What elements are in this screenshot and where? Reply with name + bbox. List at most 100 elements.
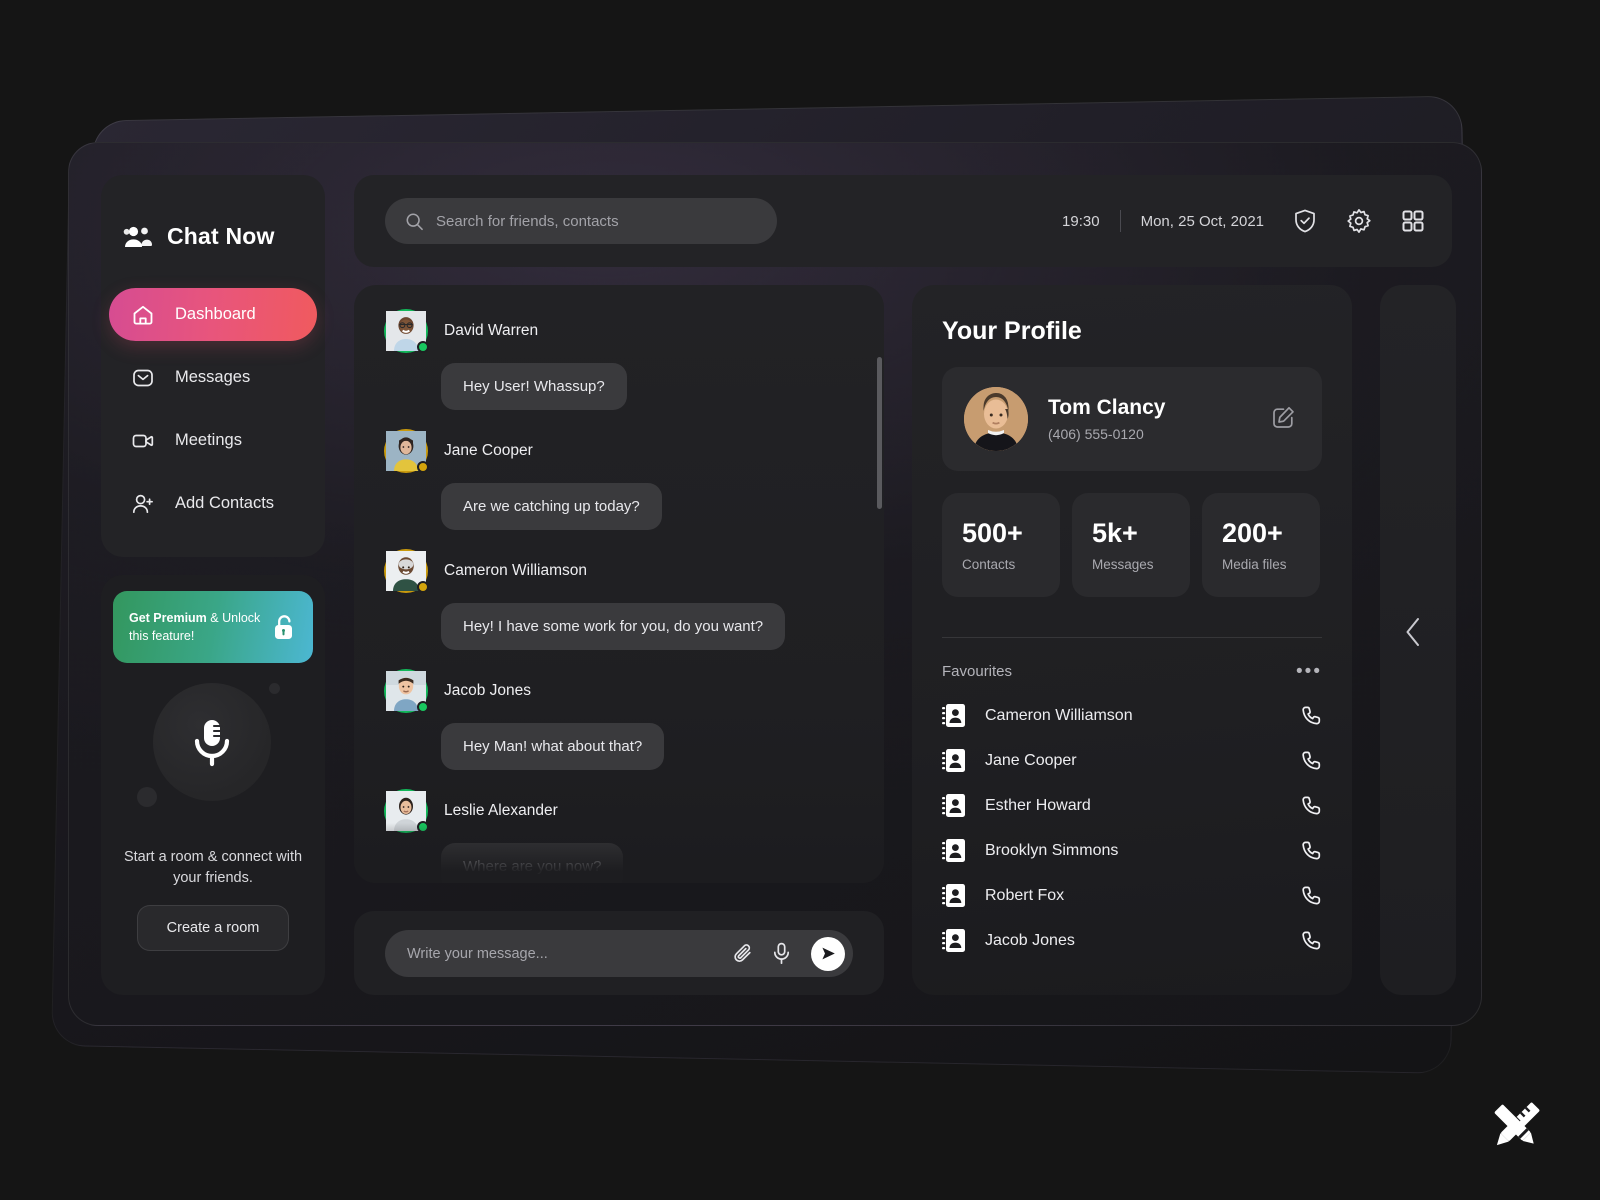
profile-name: Tom Clancy — [1048, 396, 1166, 419]
stat-label: Messages — [1092, 557, 1154, 572]
profile-identity: Tom Clancy (406) 555-0120 — [1048, 396, 1165, 442]
sidebar-nav: Dashboard Messages Meetings Add Contacts — [109, 288, 317, 540]
current-date: Mon, 25 Oct, 2021 — [1140, 212, 1264, 230]
sidebar-item-meetings[interactable]: Meetings — [109, 414, 317, 467]
stat-value: 200+ — [1222, 518, 1283, 548]
contact-name: Brooklyn Simmons — [985, 841, 1119, 859]
envelope-icon — [131, 366, 155, 390]
create-room-button[interactable]: Create a room — [137, 905, 289, 951]
grid-apps-icon[interactable] — [1400, 208, 1426, 234]
home-icon — [131, 303, 155, 327]
get-premium-banner[interactable]: Get Premium & Unlock this feature! — [113, 591, 313, 663]
phone-icon[interactable] — [1300, 885, 1322, 907]
phone-icon[interactable] — [1300, 705, 1322, 727]
stat-label: Contacts — [962, 557, 1016, 572]
sidebar-label-meetings: Meetings — [175, 431, 242, 449]
screen-root: Chat Now Dashboard Messages Meetings Add… — [0, 0, 1600, 1200]
chat-bubble: Are we catching up today? — [441, 483, 662, 530]
search-input[interactable]: Search for friends, contacts — [385, 198, 777, 244]
sidebar-top-card: Chat Now Dashboard Messages Meetings Add… — [101, 175, 325, 557]
chat-message-2: Cameron Williamson Hey! I have some work… — [384, 549, 786, 650]
chat-message-list[interactable]: David Warren Hey User! Whassup? Jane Coo… — [354, 285, 884, 883]
chat-message-1: Jane Cooper Are we catching up today? — [384, 429, 662, 530]
topbar-divider — [1119, 210, 1121, 232]
sidebar-item-dashboard[interactable]: Dashboard — [109, 288, 317, 341]
chat-bubble: Hey Man! what about that? — [441, 723, 665, 770]
edit-pencil-icon[interactable] — [1270, 405, 1296, 431]
search-placeholder: Search for friends, contacts — [436, 212, 619, 230]
users-group-icon — [123, 225, 153, 249]
premium-bold-text: Get Premium — [129, 610, 207, 625]
pencil-ruler-cross-icon — [1485, 1095, 1547, 1157]
contact-name: Robert Fox — [985, 886, 1065, 904]
video-camera-icon — [131, 429, 155, 453]
contact-card-icon — [942, 838, 965, 863]
contact-card-icon — [942, 703, 965, 728]
chat-scrollbar-thumb[interactable] — [877, 357, 882, 509]
status-badge-online — [417, 821, 429, 833]
send-button[interactable] — [811, 936, 845, 971]
favourites-more-button[interactable]: ••• — [1296, 662, 1322, 681]
decorative-bubble-small — [269, 683, 280, 694]
app-window: Chat Now Dashboard Messages Meetings Add… — [68, 142, 1482, 1026]
stat-media-files: 200+ Media files — [1202, 493, 1320, 597]
phone-icon[interactable] — [1300, 795, 1322, 817]
sidebar: Chat Now Dashboard Messages Meetings Add… — [101, 175, 325, 995]
chevron-left-icon[interactable] — [1402, 615, 1424, 649]
stat-value: 5k+ — [1092, 518, 1138, 548]
side-peek-panel[interactable] — [1380, 285, 1456, 995]
profile-card: Tom Clancy (406) 555-0120 — [942, 367, 1322, 471]
sidebar-label-messages: Messages — [175, 368, 251, 386]
stat-contacts: 500+ Contacts — [942, 493, 1060, 597]
phone-icon[interactable] — [1300, 750, 1322, 772]
avatar — [384, 309, 429, 353]
profile-phone: (406) 555-0120 — [1048, 426, 1144, 442]
chat-message-header: Cameron Williamson — [384, 549, 785, 593]
decorative-bubble-large — [137, 787, 157, 807]
chat-message-4: Leslie Alexander Where are you now? — [384, 789, 624, 883]
shield-check-icon[interactable] — [1292, 208, 1318, 234]
message-input[interactable]: Write your message... — [385, 930, 853, 977]
avatar — [384, 549, 429, 593]
phone-icon[interactable] — [1300, 930, 1322, 952]
chat-sender-name: Jane Cooper — [444, 442, 533, 459]
phone-icon[interactable] — [1300, 840, 1322, 862]
contact-card-icon — [942, 793, 965, 818]
favourites-title: Favourites — [942, 663, 1013, 680]
chat-bubble: Hey User! Whassup? — [441, 363, 627, 410]
avatar — [964, 387, 1028, 451]
status-badge-away — [417, 581, 429, 593]
chat-message-3: Jacob Jones Hey Man! what about that? — [384, 669, 665, 770]
clock-time: 19:30 — [1062, 212, 1100, 230]
contact-name: Esther Howard — [985, 796, 1091, 814]
list-item[interactable]: Robert Fox — [942, 873, 1322, 918]
paperclip-icon[interactable] — [733, 942, 754, 965]
sidebar-label-add-contacts: Add Contacts — [175, 494, 275, 512]
list-item[interactable]: Brooklyn Simmons — [942, 828, 1322, 873]
message-composer: Write your message... — [354, 911, 884, 995]
list-item[interactable]: Jane Cooper — [942, 738, 1322, 783]
contact-name: Jane Cooper — [985, 751, 1077, 769]
contact-card-icon — [942, 883, 965, 908]
list-item[interactable]: Jacob Jones — [942, 918, 1322, 963]
sidebar-item-add-contacts[interactable]: Add Contacts — [109, 477, 317, 530]
stat-value: 500+ — [962, 518, 1023, 548]
chat-bubble: Where are you now? — [441, 843, 624, 883]
stat-label: Media files — [1222, 557, 1287, 572]
message-placeholder: Write your message... — [407, 945, 548, 962]
list-item[interactable]: Esther Howard — [942, 783, 1322, 828]
list-item[interactable]: Cameron Williamson — [942, 693, 1322, 738]
gear-icon[interactable] — [1346, 208, 1372, 234]
contact-name: Cameron Williamson — [985, 706, 1133, 724]
avatar — [384, 429, 429, 473]
profile-stats: 500+ Contacts 5k+ Messages 200+ Media fi… — [942, 493, 1322, 597]
sidebar-item-messages[interactable]: Messages — [109, 351, 317, 404]
contact-card-icon — [942, 748, 965, 773]
stat-messages: 5k+ Messages — [1072, 493, 1190, 597]
search-icon — [405, 212, 424, 231]
chat-bubble: Hey! I have some work for you, do you wa… — [441, 603, 786, 650]
microphone-icon[interactable] — [772, 942, 793, 965]
microphone-icon[interactable] — [187, 717, 237, 769]
status-badge-away — [417, 461, 429, 473]
section-divider — [942, 637, 1322, 638]
